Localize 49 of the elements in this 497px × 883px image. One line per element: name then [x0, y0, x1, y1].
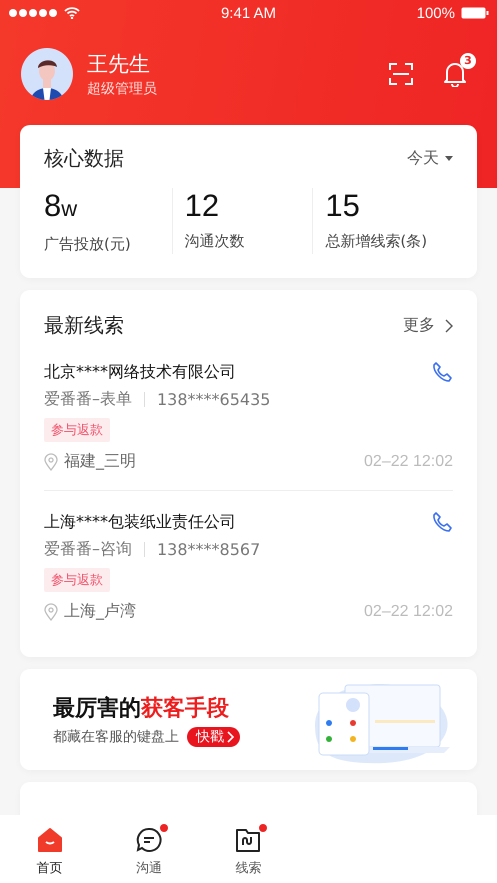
stat-label: 沟通次数: [184, 232, 246, 251]
section-title: 核心数据: [44, 145, 124, 172]
company-name: 上海****包装纸业责任公司: [44, 512, 236, 532]
promo-subtitle: 都藏在客服的键盘上: [53, 728, 179, 746]
avatar-icon[interactable]: [21, 48, 73, 100]
tab[interactable]: 沟通: [99, 827, 199, 883]
location-pin-icon: [44, 452, 58, 470]
lead-location: 上海_卢湾: [64, 601, 136, 622]
period-dropdown[interactable]: 今天: [407, 148, 453, 169]
user-name: 王先生: [87, 51, 151, 78]
phone-number: 138****65435: [157, 390, 270, 409]
stat-value: 8w: [44, 188, 78, 225]
notification-badge: 3: [460, 53, 476, 69]
lead-tag: 参与返款: [44, 568, 110, 592]
signal-icon: [8, 8, 58, 18]
lead-time: 02–22 12:02: [364, 602, 453, 620]
battery-icon: [460, 7, 489, 19]
phone-icon[interactable]: [431, 361, 453, 383]
scan-icon[interactable]: [389, 63, 413, 85]
company-name: 北京****网络技术有限公司: [44, 362, 236, 382]
status-time: 9:41 AM: [220, 4, 276, 22]
chevron-right-icon: [445, 318, 453, 332]
stat-value: 15: [325, 188, 361, 224]
tab[interactable]: 首页: [0, 827, 100, 883]
folder-icon: [235, 827, 262, 853]
battery-percent: 100%: [416, 4, 455, 22]
stat-label: 总新增线索(条): [325, 232, 428, 251]
caret-icon: [445, 156, 453, 161]
promo-banner[interactable]: 最厉害的获客手段 都藏在客服的键盘上 快戳: [20, 669, 477, 770]
more-link[interactable]: 更多: [403, 315, 453, 336]
location-pin-icon: [44, 602, 58, 620]
user-role: 超级管理员: [87, 80, 158, 98]
promo-button[interactable]: 快戳: [187, 726, 240, 746]
phone-icon[interactable]: [431, 511, 453, 533]
phone-number: 138****8567: [157, 540, 260, 559]
lead-source: 爱番番–表单: [44, 389, 132, 410]
lead-time: 02–22 12:02: [364, 452, 453, 470]
promo-title: 最厉害的获客手段: [53, 694, 230, 722]
stat-value: 12: [184, 188, 220, 224]
chevron-right-icon: [227, 730, 234, 742]
chat-icon: [136, 827, 162, 853]
lead-location: 福建_三明: [64, 451, 136, 472]
wifi-icon: [64, 7, 80, 19]
lead-tag: 参与返款: [44, 418, 110, 442]
stat-label: 广告投放(元): [44, 235, 132, 254]
tab[interactable]: 线索: [198, 827, 298, 883]
home-icon: [36, 827, 63, 853]
lead-source: 爱番番–咨询: [44, 539, 132, 560]
section-title: 最新线索: [44, 312, 124, 339]
